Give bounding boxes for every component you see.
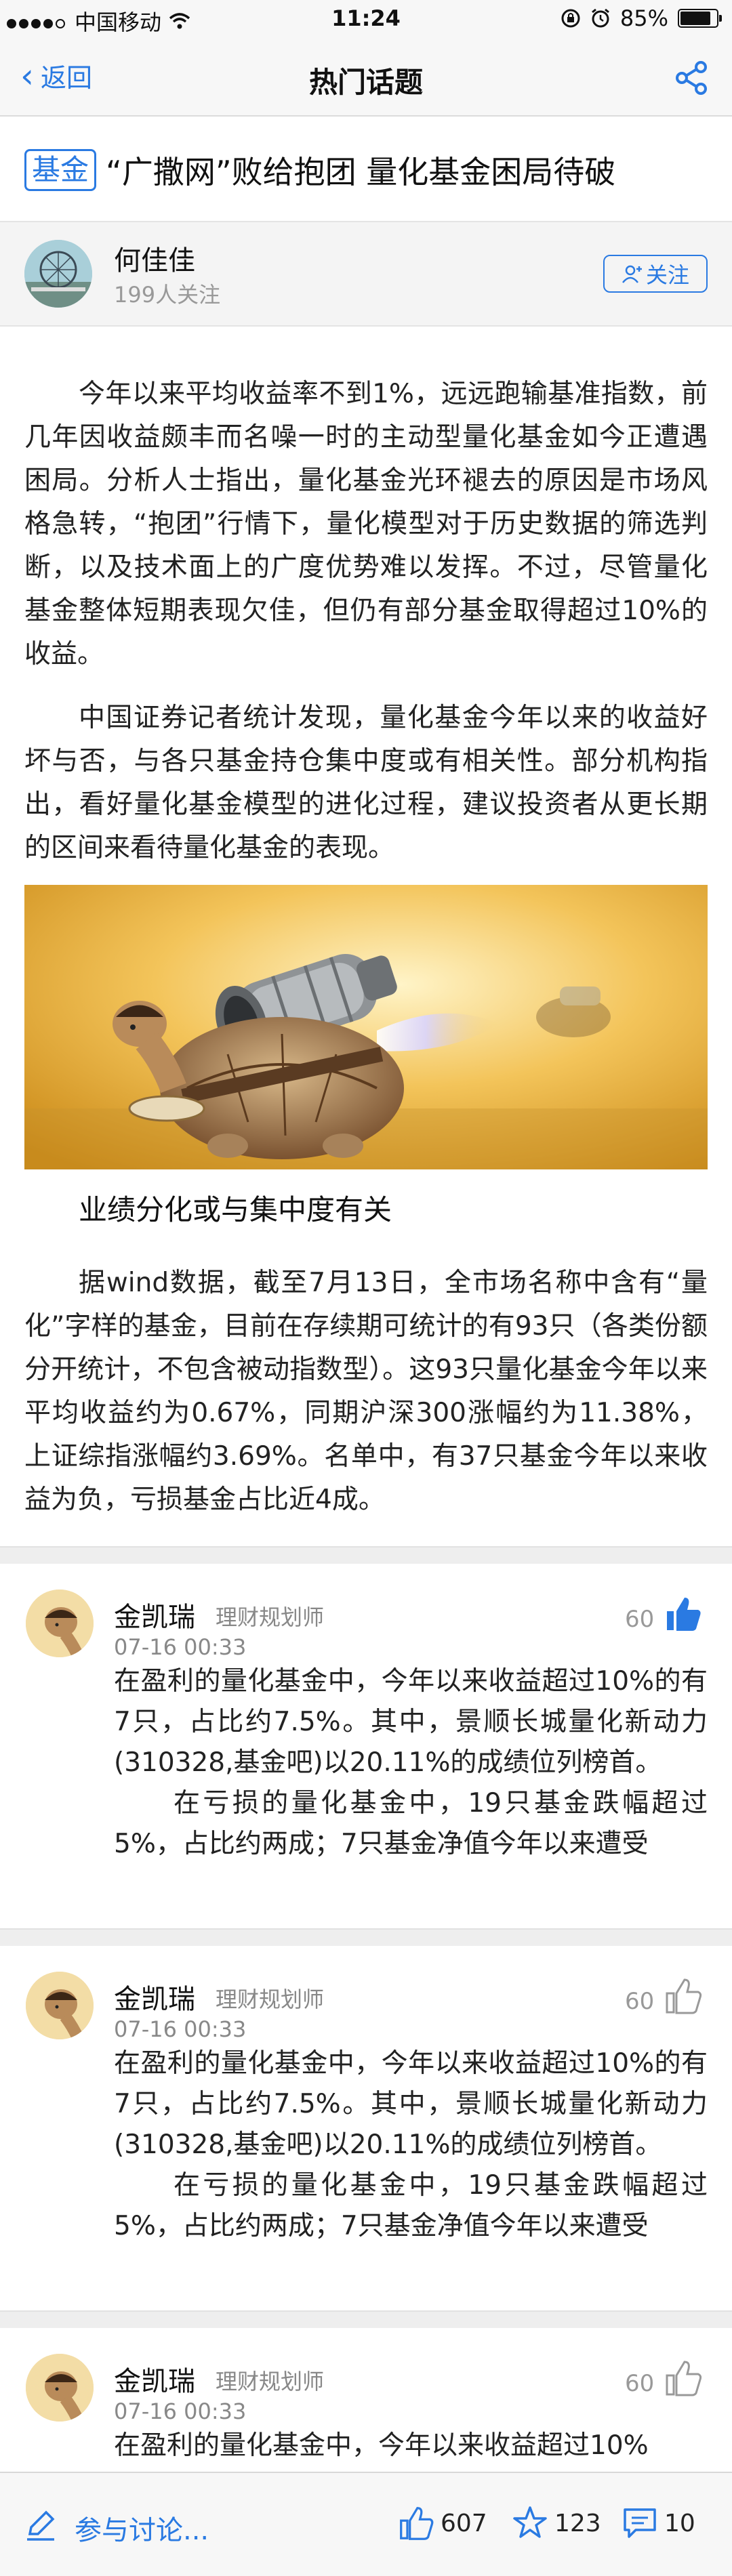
author-avatar[interactable] [24, 240, 92, 308]
article-title-text: “广撒网”败给抱团 量化基金困局待破 [106, 154, 616, 190]
comment-time: 07-16 00:33 [114, 2016, 247, 2042]
edit-icon[interactable] [24, 2510, 57, 2542]
thumbs-up-icon[interactable] [664, 1977, 702, 2015]
article-title: 基金 “广撒网”败给抱团 量化基金困局待破 [24, 148, 709, 192]
page-title: 热门话题 [308, 66, 423, 99]
follow-label: 关注 [645, 262, 689, 288]
commenter-avatar[interactable] [26, 1972, 94, 2039]
lock-rotation-icon [561, 9, 580, 28]
commenter-role: 理财规划师 [216, 1604, 325, 1630]
nav-bar: ‹ 返回 热门话题 [0, 41, 732, 117]
comment-text: 在盈利的量化基金中，今年以来收益超过10%的有7只，占比约7.5%。其中，景顺长… [114, 2048, 708, 2160]
favorite-button[interactable]: 123 [512, 2506, 601, 2541]
author-followers: 199人关注 [114, 282, 221, 308]
like-button[interactable]: 607 [399, 2506, 487, 2541]
section-divider [0, 1546, 732, 1564]
commenter-name[interactable]: 金凯瑞 [114, 2359, 195, 2398]
star-icon [513, 2506, 547, 2538]
commenter-role: 理财规划师 [216, 2369, 325, 2394]
comment-like-count: 60 [625, 1988, 655, 2015]
section-divider [0, 2310, 732, 2328]
commenter-name[interactable]: 金凯瑞 [114, 1977, 195, 2016]
alarm-icon [591, 8, 609, 28]
comment-button[interactable]: 10 [622, 2506, 695, 2541]
article-tag[interactable]: 基金 [24, 149, 97, 191]
battery-icon [678, 9, 722, 28]
section-divider [0, 1928, 732, 1946]
commenter-role: 理财规划师 [216, 1987, 325, 2012]
comment-like-count: 60 [625, 1606, 655, 1633]
user-add-icon [622, 265, 642, 283]
article-paragraph: 今年以来平均收益率不到1%，远远跑输基准指数，前几年因收益颇丰而名噪一时的主动型… [24, 379, 708, 669]
battery-percent: 85% [619, 5, 668, 31]
comment-time: 07-16 00:33 [114, 1634, 247, 1660]
comment-time: 07-16 00:33 [114, 2398, 247, 2424]
comment-icon [624, 2508, 656, 2538]
article-subheading: 业绩分化或与集中度有关 [79, 1193, 392, 1226]
share-icon[interactable] [671, 58, 712, 98]
like-count: 607 [441, 2509, 487, 2537]
status-bar: 中国移动 11:24 85% [0, 0, 732, 41]
thumbs-up-icon[interactable] [664, 2359, 702, 2397]
comment-item: 金凯瑞 理财规划师 07-16 00:33 60 在盈利的量化基金中，今年以来收… [0, 1945, 732, 2310]
article-image [24, 885, 708, 1169]
comment-item: 金凯瑞 理财规划师 07-16 00:33 60 在盈利的量化基金中，今年以来收… [0, 1562, 732, 1928]
comment-text: 在盈利的量化基金中，今年以来收益超过10% [114, 2430, 649, 2461]
commenter-avatar[interactable] [26, 1590, 94, 1657]
favorite-count: 123 [554, 2509, 601, 2537]
article-paragraph: 中国证券记者统计发现，量化基金今年以来的收益好坏与否，与各只基金持仓集中度或有相… [24, 703, 708, 863]
bottom-bar: 参与讨论... 607 123 10 [0, 2472, 732, 2576]
comment-text: 在亏损的量化基金中，19只基金跌幅超过5%，占比约两成；7只基金净值今年以来遭受 [114, 2170, 708, 2241]
discuss-input[interactable]: 参与讨论... [75, 2508, 209, 2548]
author-row[interactable]: 何佳佳 199人关注 关注 [0, 221, 732, 327]
thumbs-up-icon [400, 2507, 434, 2540]
follow-button[interactable]: 关注 [603, 255, 708, 293]
comment-like-count: 60 [625, 2370, 655, 2397]
comment-item: 金凯瑞 理财规划师 07-16 00:33 60 在盈利的量化基金中，今年以来收… [0, 2327, 732, 2472]
commenter-avatar[interactable] [26, 2354, 94, 2422]
article-paragraph: 据wind数据，截至7月13日，全市场名称中含有“量化”字样的基金，目前在存续期… [24, 1268, 708, 1515]
thumbs-up-filled-icon[interactable] [664, 1595, 702, 1633]
author-name[interactable]: 何佳佳 [114, 238, 195, 278]
commenter-name[interactable]: 金凯瑞 [114, 1595, 195, 1634]
comment-count: 10 [664, 2509, 695, 2537]
comment-text: 在盈利的量化基金中，今年以来收益超过10%的有7只，占比约7.5%。其中，景顺长… [114, 1666, 708, 1778]
comment-text: 在亏损的量化基金中，19只基金跌幅超过5%，占比约两成；7只基金净值今年以来遭受 [114, 1788, 708, 1859]
